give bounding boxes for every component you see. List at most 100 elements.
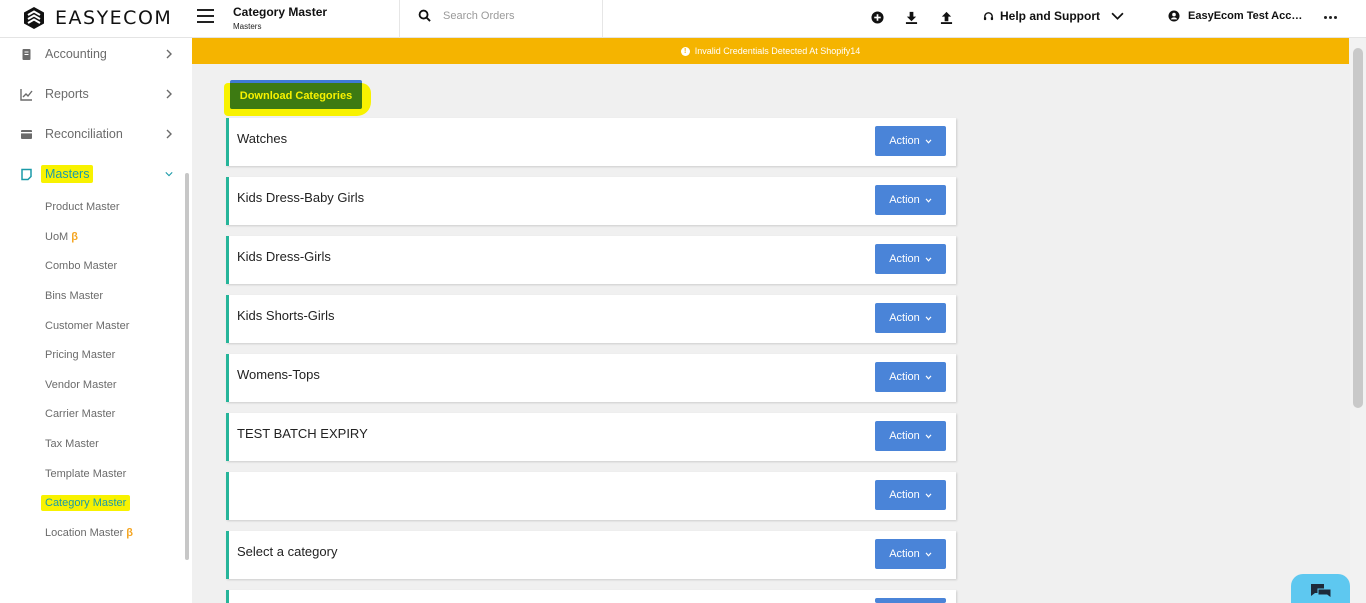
sidebar-item-label: Accounting: [45, 47, 107, 61]
chevron-down-icon: [925, 315, 932, 321]
category-name: Kids Dress-Baby Girls: [237, 190, 365, 205]
chevron-down-icon: [925, 433, 932, 439]
action-label: Action: [889, 312, 920, 324]
page-scrollbar-thumb[interactable]: [1353, 48, 1363, 408]
wallet-icon: [21, 129, 32, 139]
action-dropdown-button[interactable]: Action: [875, 185, 946, 215]
chevron-right-icon: [166, 49, 172, 59]
sidebar-subitem-bins-master[interactable]: Bins Master: [45, 290, 103, 302]
chat-widget-button[interactable]: [1291, 574, 1350, 603]
action-label: Action: [889, 489, 920, 501]
alert-banner: ! Invalid Credentials Detected At Shopif…: [192, 38, 1349, 64]
sidebar-subitem-product-master[interactable]: Product Master: [45, 201, 120, 213]
action-dropdown-button[interactable]: Action: [875, 126, 946, 156]
chart-line-icon: [20, 88, 33, 101]
category-card: [226, 590, 956, 603]
sidebar-subitem-pricing-master[interactable]: Pricing Master: [45, 349, 115, 361]
chevron-down-icon: [165, 172, 173, 177]
sidebar-item-reports[interactable]: Reports: [0, 79, 185, 109]
action-label: Action: [889, 548, 920, 560]
chevron-down-icon: [925, 374, 932, 380]
divider: [399, 0, 400, 38]
sidebar-subitem-customer-master[interactable]: Customer Master: [45, 320, 129, 332]
action-dropdown-button[interactable]: [875, 598, 946, 603]
action-dropdown-button[interactable]: Action: [875, 480, 946, 510]
category-name: Select a category: [237, 544, 338, 559]
page-subtitle: Masters: [233, 22, 262, 31]
action-label: Action: [889, 430, 920, 442]
action-label: Action: [889, 371, 920, 383]
page-title: Category Master: [233, 5, 328, 19]
help-support-label: Help and Support: [1000, 9, 1100, 23]
chevron-down-icon: [925, 551, 932, 557]
sidebar-item-label: Reports: [45, 87, 89, 101]
category-name: Kids Dress-Girls: [237, 249, 331, 264]
sidebar-subitem-label: Category Master: [41, 495, 131, 511]
sidebar-subitem-carrier-master[interactable]: Carrier Master: [45, 408, 115, 420]
sidebar-subitem-uom[interactable]: UoM β: [45, 231, 78, 243]
sidebar-subitem-category-master[interactable]: Category Master: [41, 495, 131, 511]
category-card: TEST BATCH EXPIRY Action: [226, 413, 956, 461]
chevron-down-icon: [925, 197, 932, 203]
account-menu[interactable]: EasyEcom Test Account: [1168, 10, 1306, 22]
alert-banner-text: Invalid Credentials Detected At Shopify1…: [694, 46, 861, 56]
upload-icon[interactable]: [940, 11, 953, 24]
user-icon: [1168, 10, 1180, 22]
sidebar-subitem-tax-master[interactable]: Tax Master: [45, 438, 99, 450]
sidebar-subitem-combo-master[interactable]: Combo Master: [45, 260, 117, 272]
menu-toggle-icon[interactable]: [197, 9, 214, 23]
sidebar-item-masters[interactable]: Masters: [0, 159, 185, 189]
sidebar-subitem-vendor-master[interactable]: Vendor Master: [45, 379, 117, 391]
sidebar: Accounting Reports Reconciliation Master…: [0, 38, 192, 603]
note-icon: [21, 168, 32, 180]
add-circle-icon[interactable]: [871, 11, 884, 24]
beta-badge: β: [126, 527, 133, 539]
info-icon: !: [680, 46, 690, 56]
page-scrollbar[interactable]: [1350, 38, 1366, 603]
action-dropdown-button[interactable]: Action: [875, 303, 946, 333]
action-dropdown-button[interactable]: Action: [875, 421, 946, 451]
more-options-icon[interactable]: [1324, 16, 1337, 19]
brand-name: EASYECOM: [55, 7, 173, 29]
sidebar-item-label: Reconciliation: [45, 127, 123, 141]
category-card: Action: [226, 472, 956, 520]
category-card: Kids Dress-Baby Girls Action: [226, 177, 956, 225]
chevron-right-icon: [166, 89, 172, 99]
chat-icon: [1310, 584, 1331, 599]
chevron-down-icon: [925, 256, 932, 262]
download-categories-button[interactable]: Download Categories: [230, 80, 362, 109]
search-input[interactable]: [443, 9, 593, 22]
action-dropdown-button[interactable]: Action: [875, 362, 946, 392]
easyecom-logo-icon: [24, 7, 44, 29]
chevron-down-icon: [925, 138, 932, 144]
category-card: Select a category Action: [226, 531, 956, 579]
page-title-block: Category Master Masters: [233, 5, 327, 31]
category-card: Watches Action: [226, 118, 956, 166]
sidebar-scrollbar[interactable]: [185, 173, 189, 560]
action-dropdown-button[interactable]: Action: [875, 539, 946, 569]
chevron-down-icon[interactable]: [1111, 11, 1124, 21]
search-bar[interactable]: [418, 9, 593, 22]
action-dropdown-button[interactable]: Action: [875, 244, 946, 274]
action-label: Action: [889, 253, 920, 265]
brand-logo[interactable]: EASYECOM: [22, 5, 172, 31]
download-icon[interactable]: [905, 11, 918, 24]
category-name: TEST BATCH EXPIRY: [237, 426, 368, 441]
sidebar-item-reconciliation[interactable]: Reconciliation: [0, 119, 185, 149]
category-name: Womens-Tops: [237, 367, 320, 382]
action-label: Action: [889, 194, 920, 206]
sidebar-subitem-template-master[interactable]: Template Master: [45, 468, 126, 480]
category-name: Watches: [237, 131, 288, 146]
category-card: Womens-Tops Action: [226, 354, 956, 402]
help-support-button[interactable]: Help and Support: [983, 9, 1100, 23]
category-card: Kids Dress-Girls Action: [226, 236, 956, 284]
beta-badge: β: [71, 231, 78, 243]
divider: [602, 0, 603, 38]
sidebar-subitem-label: UoM: [45, 231, 69, 243]
chevron-right-icon: [166, 129, 172, 139]
sidebar-subitem-location-master[interactable]: Location Master β: [45, 527, 133, 539]
sidebar-item-label: Masters: [41, 165, 94, 183]
sidebar-item-accounting[interactable]: Accounting: [0, 39, 185, 69]
category-name: Kids Shorts-Girls: [237, 308, 335, 323]
sidebar-item-label-text: Masters: [41, 165, 94, 183]
